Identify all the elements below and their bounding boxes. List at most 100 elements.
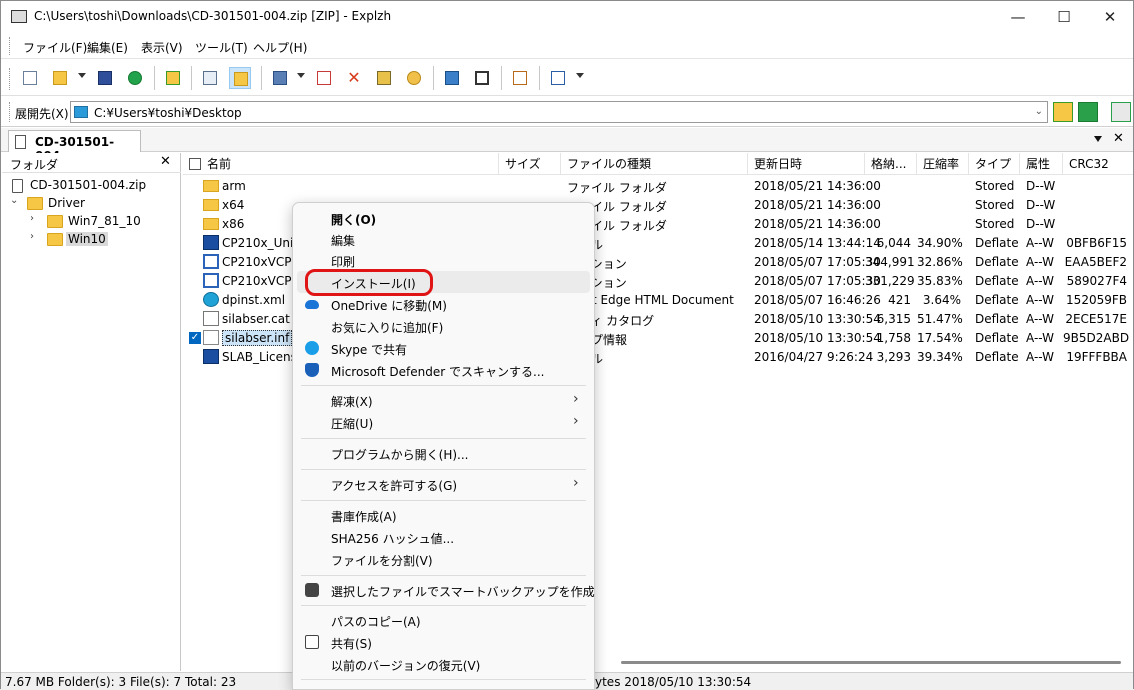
menu-item-split-file[interactable]: ファイルを分割(V) [297, 548, 590, 570]
tree-node-label: CD-301501-004.zip [30, 178, 147, 192]
sfx-button[interactable] [509, 67, 531, 89]
chevron-down-icon[interactable]: ⌄ [1035, 106, 1043, 117]
menu-item-open-with[interactable]: プログラムから開く(H)... [297, 442, 590, 464]
status-summary: 7.67 MB Folder(s): 3 File(s): 7 Total: 2… [5, 675, 237, 689]
grid-view-icon [551, 71, 565, 85]
row-method: Stored [975, 217, 1015, 231]
properties-button[interactable] [373, 67, 395, 89]
close-button[interactable]: ✕ [1087, 1, 1133, 33]
extract-button[interactable] [269, 67, 291, 89]
extract-to-label: 展開先(X) [15, 107, 69, 121]
delete-button[interactable]: ✕ [343, 67, 365, 89]
column-type[interactable]: ファイルの種類 [561, 153, 748, 175]
menu-item-create-archive[interactable]: 書庫作成(A) [297, 504, 590, 526]
chevron-down-icon[interactable]: ⌄ [10, 195, 18, 206]
up-folder-button[interactable] [162, 67, 184, 89]
tab-menu-arrow-icon[interactable] [1094, 136, 1102, 142]
row-name: arm [222, 179, 246, 193]
row-attr: A--W [1026, 236, 1054, 250]
backup-icon [305, 583, 319, 597]
menu-item-favorites[interactable]: お気に入りに追加(F) [297, 315, 590, 337]
menu-item-defender[interactable]: Microsoft Defender でスキャンする... [297, 359, 590, 381]
menu-item-smart-backup[interactable]: 選択したファイルでスマートバックアップを作成 [297, 579, 595, 601]
toolbar-separator [539, 66, 540, 90]
open-button[interactable] [49, 67, 71, 89]
column-attributes[interactable]: 属性 [1020, 153, 1063, 175]
chevron-right-icon[interactable]: › [30, 213, 34, 224]
folder-view-button[interactable] [229, 67, 251, 89]
chevron-right-icon: › [573, 475, 579, 491]
menu-edit[interactable]: 編集(E) [87, 39, 128, 56]
browse-folder-button[interactable] [1053, 102, 1073, 122]
menu-view[interactable]: 表示(V) [141, 39, 183, 56]
menu-item-open[interactable]: 開く(O) [297, 207, 590, 229]
extract-settings-button[interactable] [1111, 102, 1131, 122]
maximize-button[interactable]: ☐ [1041, 1, 1087, 33]
folder-icon [203, 218, 219, 230]
menu-item-extract[interactable]: 解凍(X) › [297, 389, 590, 411]
menu-item-label: 解凍(X) [331, 395, 373, 409]
menu-separator [301, 469, 586, 470]
open-dropdown-arrow[interactable] [78, 73, 86, 78]
column-size[interactable]: サイズ [499, 153, 561, 175]
tab-archive[interactable]: CD-301501-004.... [8, 130, 141, 163]
menu-item-print[interactable]: 印刷 [297, 249, 590, 271]
select-all-checkbox[interactable] [189, 158, 201, 170]
properties-icon [377, 71, 391, 85]
menu-item-onedrive[interactable]: OneDrive に移動(M) [297, 293, 590, 315]
floppy-icon [98, 71, 112, 85]
save-button[interactable] [94, 67, 116, 89]
view-mode-button[interactable] [547, 67, 569, 89]
title-bar: C:\Users\toshi\Downloads\CD-301501-004.z… [1, 1, 1133, 33]
chevron-right-icon[interactable]: › [30, 231, 34, 242]
split-button[interactable] [471, 67, 493, 89]
column-method[interactable]: タイプ [969, 153, 1020, 175]
row-date: 2018/05/07 17:05:30 [754, 274, 881, 288]
menu-item-edit[interactable]: 編集 [297, 228, 590, 250]
row-checkbox-checked[interactable]: ✓ [189, 332, 201, 344]
menu-tools[interactable]: ツール(T) [195, 39, 248, 56]
minimize-button[interactable]: — [995, 1, 1041, 33]
add-button[interactable] [313, 67, 335, 89]
extract-go-button[interactable] [1078, 102, 1098, 122]
column-modified[interactable]: 更新日時 [748, 153, 865, 175]
menu-item-label: プログラムから開く(H)... [331, 448, 469, 462]
menu-item-give-access[interactable]: アクセスを許可する(G) › [297, 473, 590, 495]
row-attr: D--W [1026, 198, 1056, 212]
row-date: 2018/05/10 13:30:54 [754, 312, 881, 326]
convert-button[interactable] [441, 67, 463, 89]
test-button[interactable] [124, 67, 146, 89]
menu-item-label: Microsoft Defender でスキャンする... [331, 365, 545, 379]
row-stored: 1,758 [876, 331, 911, 345]
horizontal-scrollbar[interactable] [621, 661, 1121, 664]
folder-icon [203, 180, 219, 192]
password-button[interactable] [403, 67, 425, 89]
view-mode-dropdown-arrow[interactable] [576, 73, 584, 78]
folder-pane-close-button[interactable]: ✕ [160, 154, 171, 169]
column-crc32[interactable]: CRC32 [1063, 153, 1133, 175]
menu-file[interactable]: ファイル(F) [23, 39, 87, 56]
column-ratio[interactable]: 圧縮率 [917, 153, 969, 175]
column-stored[interactable]: 格納... [865, 153, 917, 175]
menu-item-restore-versions[interactable]: 以前のバージョンの復元(V) [297, 653, 590, 675]
menu-item-label: ファイルを分割(V) [331, 554, 433, 568]
menu-item-share[interactable]: 共有(S) [297, 631, 590, 653]
extract-dropdown-arrow[interactable] [297, 73, 305, 78]
menu-item-sha256[interactable]: SHA256 ハッシュ値... [297, 526, 590, 548]
view-button[interactable] [199, 67, 221, 89]
menu-item-skype[interactable]: Skype で共有 [297, 337, 590, 359]
row-attr: A--W [1026, 350, 1054, 364]
column-name[interactable]: 名前 [201, 153, 499, 175]
table-row[interactable]: arm ファイル フォルダ 2018/05/21 14:36:00 Stored… [183, 177, 1133, 196]
application-icon [203, 254, 219, 269]
row-date: 2018/05/10 13:30:54 [754, 331, 881, 345]
menu-item-compress[interactable]: 圧縮(U) › [297, 411, 590, 433]
row-stored: 6,044 [876, 236, 911, 250]
tab-close-button[interactable]: ✕ [1113, 131, 1124, 146]
row-method: Deflate [975, 255, 1019, 269]
menu-help[interactable]: ヘルプ(H) [253, 39, 307, 56]
menu-item-copy-path[interactable]: パスのコピー(A) [297, 609, 590, 631]
row-date: 2018/05/21 14:36:00 [754, 198, 881, 212]
extract-path-combobox[interactable]: C:¥Users¥toshi¥Desktop ⌄ [70, 101, 1048, 123]
new-archive-button[interactable] [19, 67, 41, 89]
